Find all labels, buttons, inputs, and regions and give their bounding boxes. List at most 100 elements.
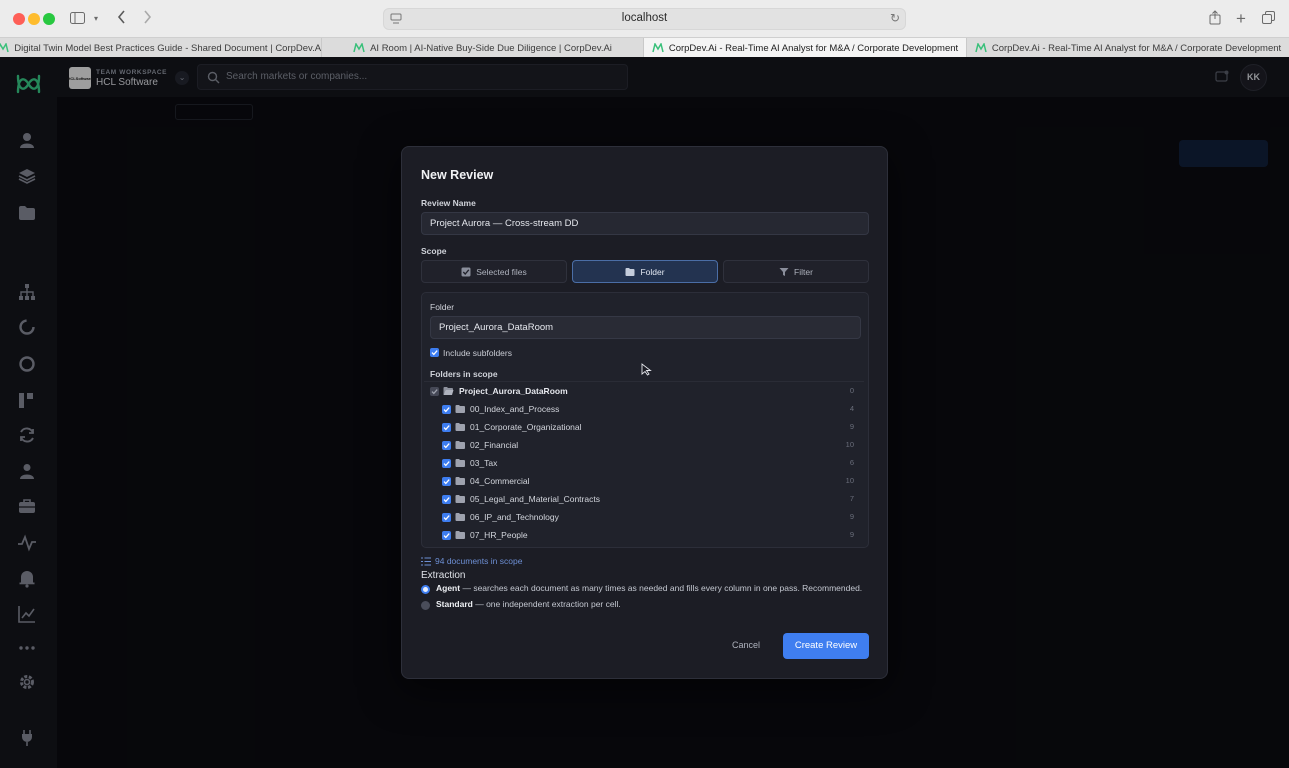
folder-row[interactable]: 04_Commercial 10 [424, 473, 854, 491]
new-review-modal: New Review Review Name Project Aurora — … [401, 146, 888, 679]
extraction-standard-radio[interactable] [421, 601, 430, 610]
browser-tab-0[interactable]: Digital Twin Model Best Practices Guide … [0, 38, 322, 58]
folder-label: Folder [430, 302, 455, 312]
folder-tree[interactable]: Project_Aurora_DataRoom 0 00_Index_and_P… [424, 381, 864, 541]
share-icon[interactable] [1208, 10, 1222, 28]
folder-checkbox[interactable] [442, 477, 451, 486]
scope-selected-files-button[interactable]: Selected files [421, 260, 567, 283]
folder-open-icon [443, 387, 454, 395]
folder-icon [455, 477, 465, 485]
scope-filter-button[interactable]: Filter [723, 260, 869, 283]
cancel-button[interactable]: Cancel [724, 637, 768, 653]
mouse-cursor-icon [641, 363, 652, 376]
create-review-button[interactable]: Create Review [783, 633, 869, 659]
folder-count: 4 [849, 404, 854, 413]
folder-name: 01_Corporate_Organizational [470, 422, 582, 432]
folder-row[interactable]: 07_HR_People 9 [424, 527, 854, 541]
address-bar[interactable]: localhost ↻ [383, 8, 906, 30]
folder-name: 05_Legal_and_Material_Contracts [470, 494, 600, 504]
browser-titlebar: ▾ localhost ↻ + [0, 0, 1289, 37]
chevron-down-icon[interactable]: ▾ [91, 10, 101, 28]
tab-label: AI Room | AI-Native Buy-Side Due Diligen… [370, 42, 612, 54]
extraction-option-name: Agent [436, 583, 461, 593]
folder-checkbox[interactable] [442, 441, 451, 450]
extraction-standard-option[interactable]: Standard — one independent extraction pe… [436, 599, 621, 609]
folder-count: 9 [849, 530, 854, 539]
extraction-label: Extraction [421, 570, 466, 581]
back-icon[interactable] [114, 10, 128, 28]
folder-icon [455, 441, 465, 449]
app: HCLSoftware TEAM WORKSPACE HCL Software … [0, 57, 1289, 768]
folder-count: 7 [849, 494, 854, 503]
folder-icon [625, 267, 635, 276]
url-text: localhost [621, 12, 668, 24]
scope-folder-button[interactable]: Folder [572, 260, 718, 283]
extraction-option-name: Standard [436, 599, 473, 609]
review-name-input[interactable]: Project Aurora — Cross-stream DD [421, 212, 869, 235]
corpdev-favicon-icon [975, 43, 987, 53]
folder-icon [455, 459, 465, 467]
minimize-window-button[interactable] [28, 13, 40, 25]
corpdev-favicon-icon [652, 43, 664, 53]
documents-in-scope-text: 94 documents in scope [435, 556, 523, 566]
folder-icon [455, 495, 465, 503]
folder-row[interactable]: Project_Aurora_DataRoom 0 [424, 383, 854, 401]
folder-count: 0 [849, 386, 854, 395]
folder-row[interactable]: 05_Legal_and_Material_Contracts 7 [424, 491, 854, 509]
forward-icon[interactable] [140, 10, 154, 28]
folder-count: 9 [849, 512, 854, 521]
folder-checkbox[interactable] [442, 459, 451, 468]
tab-overview-icon[interactable] [1261, 10, 1275, 28]
filter-icon [779, 267, 789, 276]
list-icon [421, 557, 431, 565]
folder-checkbox[interactable] [442, 423, 451, 432]
scope-option-label: Selected files [476, 266, 527, 277]
browser-tab-3[interactable]: CorpDev.Ai - Real-Time AI Analyst for M&… [967, 38, 1289, 58]
scope-option-label: Filter [794, 266, 813, 277]
corpdev-favicon-icon [353, 43, 365, 53]
tab-label: CorpDev.Ai - Real-Time AI Analyst for M&… [668, 42, 959, 54]
folder-checkbox[interactable] [430, 387, 439, 396]
checkbox-icon [461, 267, 471, 276]
folder-checkbox[interactable] [442, 513, 451, 522]
modal-title: New Review [421, 168, 494, 182]
folder-icon [455, 513, 465, 521]
browser-tab-1[interactable]: AI Room | AI-Native Buy-Side Due Diligen… [322, 38, 644, 58]
folder-count: 10 [845, 476, 854, 485]
browser-tabbar: Digital Twin Model Best Practices Guide … [0, 37, 1289, 58]
folder-row[interactable]: 00_Index_and_Process 4 [424, 401, 854, 419]
folder-checkbox[interactable] [442, 405, 451, 414]
extraction-option-desc: — one independent extraction per cell. [472, 599, 621, 609]
folder-icon [455, 423, 465, 431]
folder-checkbox[interactable] [442, 495, 451, 504]
extraction-agent-option[interactable]: Agent — searches each document as many t… [436, 583, 862, 593]
review-name-label: Review Name [421, 198, 476, 208]
folder-select[interactable]: Project_Aurora_DataRoom [430, 316, 861, 339]
folder-count: 6 [849, 458, 854, 467]
extraction-agent-radio[interactable] [421, 585, 430, 594]
folder-name: Project_Aurora_DataRoom [459, 386, 568, 396]
reload-icon[interactable]: ↻ [890, 11, 900, 25]
documents-in-scope: 94 documents in scope [421, 556, 522, 566]
folder-icon [455, 405, 465, 413]
sidebar-toggle-icon[interactable] [69, 10, 85, 28]
folder-icon [455, 531, 465, 539]
folder-name: 03_Tax [470, 458, 498, 468]
folder-row[interactable]: 01_Corporate_Organizational 9 [424, 419, 854, 437]
include-subfolders-checkbox[interactable] [430, 348, 439, 357]
folder-row[interactable]: 06_IP_and_Technology 9 [424, 509, 854, 527]
tab-label: Digital Twin Model Best Practices Guide … [14, 42, 322, 54]
folder-name: 04_Commercial [470, 476, 530, 486]
browser-chrome: ▾ localhost ↻ + Digital Twin Model Best … [0, 0, 1289, 58]
extraction-option-desc: — searches each document as many times a… [460, 583, 863, 593]
folder-checkbox[interactable] [442, 531, 451, 540]
new-tab-icon[interactable]: + [1234, 10, 1248, 28]
corpdev-favicon-icon [0, 43, 10, 53]
browser-tab-2[interactable]: CorpDev.Ai - Real-Time AI Analyst for M&… [644, 38, 967, 58]
folder-row[interactable]: 02_Financial 10 [424, 437, 854, 455]
folder-row[interactable]: 03_Tax 6 [424, 455, 854, 473]
scope-option-label: Folder [640, 266, 665, 277]
zoom-window-button[interactable] [43, 13, 55, 25]
close-window-button[interactable] [13, 13, 25, 25]
folder-name: 06_IP_and_Technology [470, 512, 559, 522]
